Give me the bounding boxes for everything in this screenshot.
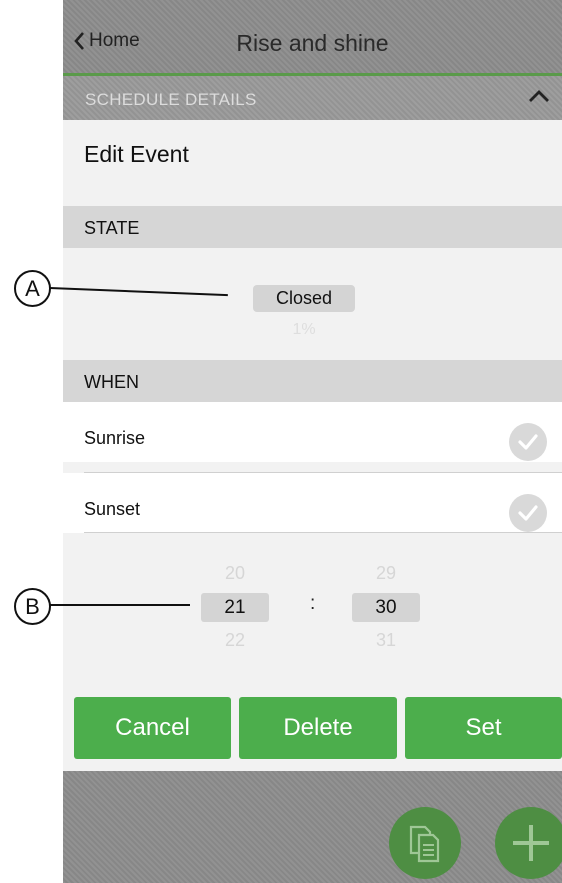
callout-a: A bbox=[14, 270, 51, 307]
time-separator: : bbox=[310, 593, 316, 614]
state-percent: 1% bbox=[292, 321, 316, 338]
chevron-up-icon[interactable] bbox=[528, 88, 550, 104]
schedule-details-bar[interactable]: SCHEDULE DETAILS bbox=[63, 76, 562, 120]
minute-selected[interactable]: 30 bbox=[352, 593, 420, 622]
set-button[interactable]: Set bbox=[405, 697, 562, 759]
plus-icon bbox=[513, 825, 549, 861]
when-option-label: Sunset bbox=[84, 499, 141, 519]
hour-prev[interactable]: 20 bbox=[205, 563, 265, 584]
hour-next[interactable]: 22 bbox=[205, 630, 265, 651]
hour-selected[interactable]: 21 bbox=[201, 593, 269, 622]
copy-button[interactable] bbox=[389, 807, 461, 879]
bottom-toolbar bbox=[63, 771, 562, 883]
top-nav-bar: Home Rise and shine bbox=[63, 0, 562, 73]
action-buttons: Cancel Delete Set bbox=[63, 697, 562, 771]
minute-prev[interactable]: 29 bbox=[356, 563, 416, 584]
when-section-header: WHEN bbox=[63, 360, 562, 402]
callout-b-line bbox=[50, 604, 190, 606]
state-value-selector[interactable]: Closed bbox=[253, 285, 355, 312]
callout-b: B bbox=[14, 588, 51, 625]
schedule-details-label: SCHEDULE DETAILS bbox=[85, 90, 257, 109]
check-icon[interactable] bbox=[509, 494, 547, 532]
when-option-sunset[interactable]: Sunset bbox=[63, 473, 562, 533]
state-area: Closed 1% bbox=[63, 248, 562, 360]
when-header-label: WHEN bbox=[84, 372, 139, 392]
when-option-label: Sunrise bbox=[84, 428, 146, 448]
delete-button[interactable]: Delete bbox=[239, 697, 397, 759]
phone-screen: Home Rise and shine SCHEDULE DETAILS Edi… bbox=[63, 0, 562, 883]
minute-next[interactable]: 31 bbox=[356, 630, 416, 651]
check-icon[interactable] bbox=[509, 423, 547, 461]
state-header-label: STATE bbox=[84, 218, 140, 238]
when-option-sunrise[interactable]: Sunrise bbox=[63, 402, 562, 462]
copy-icon bbox=[409, 825, 440, 863]
time-picker: 20 21 22 : 29 30 31 bbox=[63, 533, 562, 699]
state-section-header: STATE bbox=[63, 206, 562, 248]
page-title: Rise and shine bbox=[236, 30, 389, 56]
edit-event-title: Edit Event bbox=[84, 141, 189, 167]
add-button[interactable] bbox=[495, 807, 562, 879]
cancel-button[interactable]: Cancel bbox=[74, 697, 231, 759]
edit-event-area: Edit Event bbox=[63, 120, 562, 206]
